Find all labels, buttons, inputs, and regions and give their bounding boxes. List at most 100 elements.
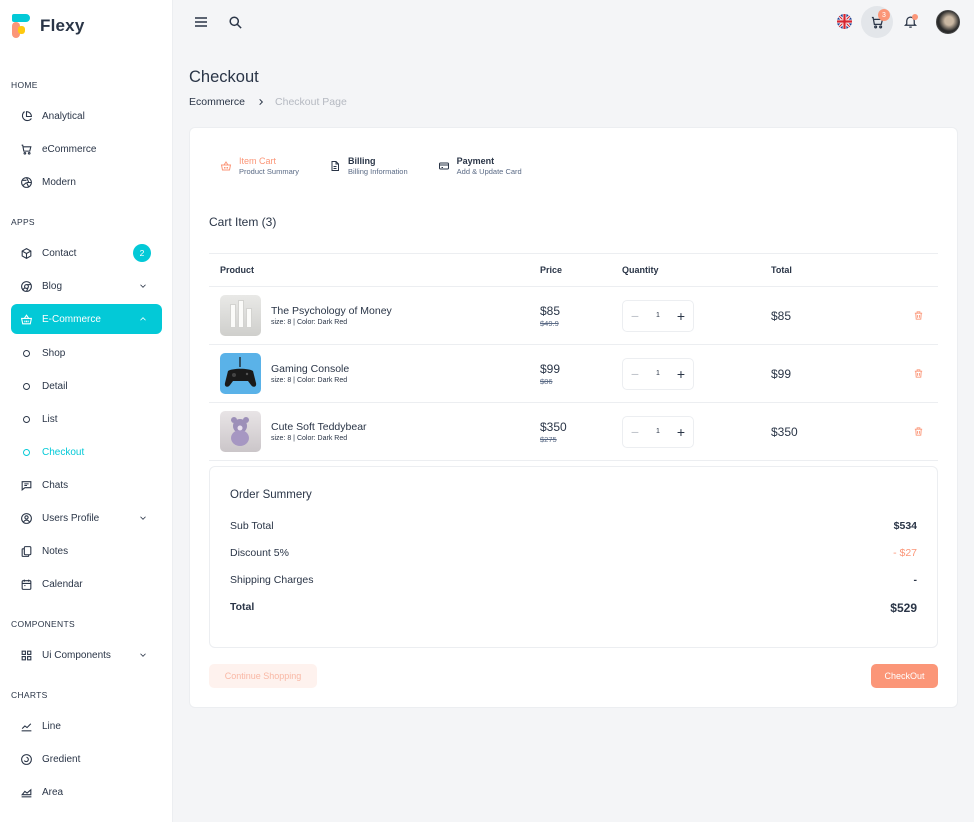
logo-icon: [12, 14, 32, 38]
decrement-button[interactable]: −: [623, 301, 647, 331]
sidebar-item-checkout[interactable]: Checkout: [11, 437, 162, 467]
quantity-stepper: − 1 +: [622, 357, 694, 390]
sidebar-item-contact[interactable]: Contact 2: [11, 238, 162, 268]
sidebar-item-shop[interactable]: Shop: [11, 338, 162, 368]
sidebar-item-e-commerce[interactable]: E-Commerce: [11, 304, 162, 334]
step-payment[interactable]: Payment Add & Update Card: [438, 156, 522, 176]
nav-section-charts: CHARTS: [11, 690, 48, 700]
sidebar-item-label: Blog: [42, 280, 63, 292]
box-icon: [20, 247, 33, 260]
line-chart-icon: [20, 720, 33, 733]
breadcrumb-current: Checkout Page: [275, 96, 347, 108]
shipping-label: Shipping Charges: [230, 574, 314, 586]
cart-table: Product Price Quantity Total The Psychol…: [209, 253, 938, 461]
circle-icon: [20, 446, 33, 459]
sidebar-item-notes[interactable]: Notes: [11, 536, 162, 566]
line-total: $99: [771, 366, 792, 381]
sidebar-item-users-profile[interactable]: Users Profile: [11, 503, 162, 533]
cart-heading: Cart Item (3): [209, 215, 277, 229]
sidebar-item-label: Notes: [42, 545, 69, 557]
sidebar-item-area[interactable]: Area: [11, 777, 162, 807]
sidebar-item-calendar[interactable]: Calendar: [11, 569, 162, 599]
menu-icon[interactable]: [193, 14, 209, 30]
sidebar-item-list[interactable]: List: [11, 404, 162, 434]
notes-icon: [20, 545, 33, 558]
basket-icon: [20, 313, 33, 326]
nav-section-apps: APPS: [11, 217, 35, 227]
sidebar-item-label: Analytical: [42, 110, 85, 122]
trash-icon[interactable]: [913, 426, 924, 437]
product-name[interactable]: Cute Soft Teddybear: [271, 421, 367, 433]
chrome-icon: [20, 280, 33, 293]
step-billing[interactable]: Billing Billing Information: [329, 156, 408, 176]
table-row: Gaming Console size: 8 | Color: Dark Red …: [209, 344, 938, 403]
old-price: $49.9: [540, 318, 559, 328]
area-chart-icon: [20, 786, 33, 799]
sidebar-item-analytical[interactable]: Analytical: [11, 101, 162, 131]
avatar[interactable]: [936, 10, 960, 34]
nav-section-home: HOME: [11, 80, 38, 90]
sidebar-item-ui-components[interactable]: Ui Components: [11, 640, 162, 670]
total-label: Total: [230, 601, 255, 613]
product-image[interactable]: [220, 353, 261, 394]
continue-shopping-button[interactable]: Continue Shopping: [209, 664, 317, 688]
discount-value: - $27: [893, 547, 917, 559]
decrement-button[interactable]: −: [623, 359, 647, 389]
sidebar-item-ecommerce[interactable]: eCommerce: [11, 134, 162, 164]
sidebar-item-label: Calendar: [42, 578, 83, 590]
bell-icon[interactable]: [902, 13, 918, 29]
chevron-down-icon: [140, 653, 146, 657]
shipping-value: -: [913, 574, 918, 586]
sidebar: Flexy HOME Analytical eCommerce Modern A…: [0, 0, 173, 822]
topbar: 3: [174, 0, 974, 44]
checkout-button[interactable]: CheckOut: [871, 664, 938, 688]
increment-button[interactable]: +: [669, 417, 693, 447]
logo[interactable]: Flexy: [0, 0, 172, 52]
total-value: $529: [890, 601, 917, 615]
quantity-value[interactable]: 1: [647, 428, 669, 435]
app-name: Flexy: [40, 16, 85, 35]
decrement-button[interactable]: −: [623, 417, 647, 447]
product-name[interactable]: The Psychology of Money: [271, 305, 392, 317]
sidebar-item-chats[interactable]: Chats: [11, 470, 162, 500]
sidebar-item-gredient[interactable]: Gredient: [11, 744, 162, 774]
circle-icon: [20, 347, 33, 360]
sidebar-item-detail[interactable]: Detail: [11, 371, 162, 401]
shipping-row: Shipping Charges -: [230, 574, 917, 586]
uk-flag-icon[interactable]: [836, 13, 852, 29]
chevron-down-icon: [140, 284, 146, 288]
product-name[interactable]: Gaming Console: [271, 363, 349, 375]
notification-dot: [912, 14, 918, 20]
credit-card-icon: [438, 162, 449, 170]
column-header-actions: [889, 253, 938, 287]
trash-icon[interactable]: [913, 310, 924, 321]
step-subtitle: Billing Information: [348, 167, 408, 176]
sidebar-item-label: eCommerce: [42, 143, 97, 155]
sidebar-item-label: List: [42, 413, 58, 425]
trash-icon[interactable]: [913, 368, 924, 379]
increment-button[interactable]: +: [669, 359, 693, 389]
file-text-icon: [331, 161, 340, 171]
quantity-value[interactable]: 1: [647, 312, 669, 319]
cart-button[interactable]: 3: [861, 6, 893, 38]
sidebar-item-modern[interactable]: Modern: [11, 167, 162, 197]
sidebar-item-label: Users Profile: [42, 512, 100, 524]
increment-button[interactable]: +: [669, 301, 693, 331]
sub-total-row: Sub Total $534: [230, 520, 917, 532]
quantity-value[interactable]: 1: [647, 370, 669, 377]
column-header-product: Product: [209, 253, 540, 287]
sidebar-item-label: Area: [42, 786, 64, 798]
column-header-total: Total: [771, 253, 889, 287]
sidebar-item-blog[interactable]: Blog: [11, 271, 162, 301]
sidebar-item-line[interactable]: Line: [11, 711, 162, 741]
table-row: Cute Soft Teddybear size: 8 | Color: Dark…: [209, 402, 938, 461]
checkout-card: Item Cart Product Summary Billing Billin…: [189, 127, 958, 708]
step-item-cart[interactable]: Item Cart Product Summary: [220, 156, 299, 176]
product-image[interactable]: [220, 411, 261, 452]
sidebar-item-label: Modern: [42, 176, 76, 188]
sidebar-item-label: Detail: [42, 380, 68, 392]
gradient-icon: [20, 753, 33, 766]
product-image[interactable]: [220, 295, 261, 336]
breadcrumb-home-link[interactable]: Ecommerce: [189, 96, 245, 108]
search-icon[interactable]: [227, 14, 243, 30]
